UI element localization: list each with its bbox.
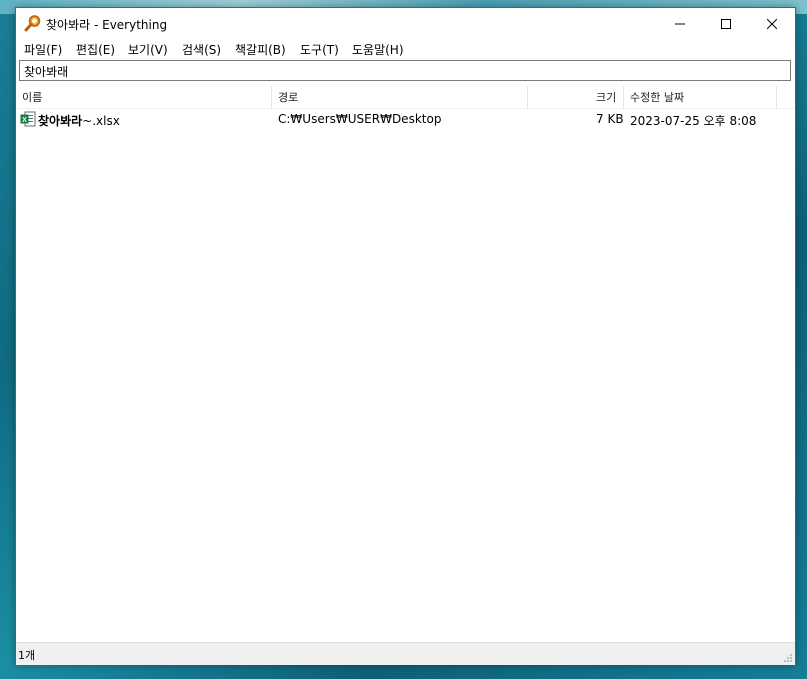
menu-view[interactable]: 보기(V)	[128, 41, 168, 58]
file-path: C:₩Users₩USER₩Desktop	[278, 112, 442, 126]
table-row[interactable]: X 찾아봐라~.xlsx C:₩Users₩USER₩Desktop 7 KB …	[16, 109, 795, 129]
menu-search[interactable]: 검색(S)	[182, 41, 221, 58]
everything-window: 찾아봐라 - Everything 파일(F) 편집(E) 보기(V) 검색(S…	[15, 7, 796, 665]
file-name-match: 찾아봐라	[38, 114, 83, 128]
menu-file[interactable]: 파일(F)	[24, 41, 62, 58]
menu-tools[interactable]: 도구(T)	[300, 41, 339, 58]
svg-text:X: X	[22, 117, 27, 124]
file-name-rest: ~.xlsx	[82, 114, 120, 128]
excel-file-icon: X	[20, 111, 36, 127]
column-header-row: 이름 경로 크기 수정한 날짜	[16, 86, 795, 109]
result-count: 1개	[18, 649, 36, 662]
search-input-value: 찾아봐래	[24, 65, 69, 79]
magnifier-icon	[24, 15, 41, 32]
file-modified: 2023-07-25 오후 8:08	[630, 114, 757, 128]
minimize-button[interactable]	[657, 8, 703, 39]
maximize-button[interactable]	[703, 8, 749, 39]
menu-bar: 파일(F) 편집(E) 보기(V) 검색(S) 책갈피(B) 도구(T) 도움말…	[16, 39, 795, 60]
close-icon	[767, 18, 777, 29]
title-bar[interactable]: 찾아봐라 - Everything	[16, 8, 795, 39]
close-button[interactable]	[749, 8, 795, 39]
menu-bookmarks[interactable]: 책갈피(B)	[235, 41, 286, 58]
column-header-size[interactable]: 크기	[596, 89, 616, 105]
menu-edit[interactable]: 편집(E)	[76, 41, 115, 58]
column-divider[interactable]	[271, 86, 272, 108]
resize-grip-icon[interactable]	[783, 653, 793, 663]
column-header-name[interactable]: 이름	[22, 89, 42, 105]
maximize-icon	[721, 18, 731, 29]
column-divider[interactable]	[623, 86, 624, 108]
minimize-icon	[675, 23, 685, 24]
file-size: 7 KB	[596, 112, 624, 126]
window-title: 찾아봐라 - Everything	[46, 18, 168, 32]
menu-help[interactable]: 도움말(H)	[352, 41, 404, 58]
search-input[interactable]: 찾아봐래	[19, 60, 791, 81]
column-divider[interactable]	[527, 86, 528, 108]
column-header-modified[interactable]: 수정한 날짜	[630, 89, 684, 105]
status-bar: 1개	[16, 642, 795, 665]
column-header-path[interactable]: 경로	[278, 89, 298, 105]
column-divider[interactable]	[776, 86, 777, 108]
file-name: 찾아봐라~.xlsx	[38, 112, 120, 129]
